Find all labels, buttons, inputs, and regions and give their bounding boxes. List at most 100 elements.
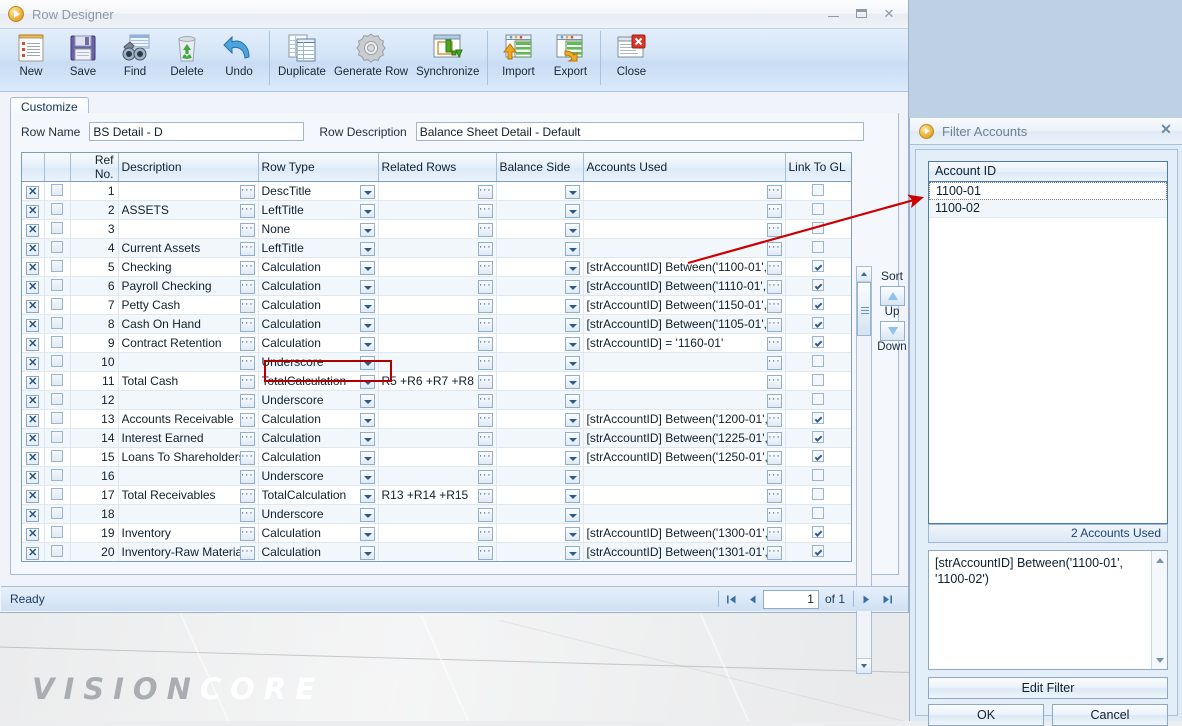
chevron-down-icon[interactable] xyxy=(359,260,375,275)
new-button[interactable]: New xyxy=(5,29,57,92)
cell-balance-side[interactable] xyxy=(496,295,584,315)
cell-link-to-gl[interactable] xyxy=(785,200,851,220)
row-name-input[interactable]: BS Detail - D xyxy=(89,122,305,141)
row-select-icon[interactable] xyxy=(51,411,63,424)
cell-ref-no[interactable]: 16 xyxy=(70,466,119,486)
col-delete[interactable] xyxy=(22,153,45,182)
cell-accounts-used[interactable]: [strAccountID] = '1160-01' ··· xyxy=(583,333,786,353)
cell-description[interactable]: Inventory ··· xyxy=(118,523,259,543)
chevron-down-icon[interactable] xyxy=(564,393,580,408)
chevron-down-icon[interactable] xyxy=(359,545,375,560)
cell-accounts-used[interactable]: ··· xyxy=(583,466,786,486)
cell-balance-side[interactable] xyxy=(496,409,584,429)
description-ellipsis-button[interactable]: ··· xyxy=(239,279,255,294)
related-rows-ellipsis-button[interactable]: ··· xyxy=(477,241,493,256)
link-to-gl-checkbox[interactable] xyxy=(812,316,824,329)
cell-description[interactable]: Current Assets ··· xyxy=(118,238,259,258)
row-delete-button[interactable]: ✕ xyxy=(22,333,45,353)
cell-balance-side[interactable] xyxy=(496,504,584,524)
cell-row-type[interactable]: DescTitle xyxy=(258,181,379,201)
col-select[interactable] xyxy=(44,153,71,182)
cell-accounts-used[interactable]: ··· xyxy=(583,504,786,524)
cell-description[interactable]: ··· xyxy=(118,504,259,524)
row-delete-button[interactable]: ✕ xyxy=(22,428,45,448)
page-number-input[interactable]: 1 xyxy=(762,589,819,609)
cell-row-type[interactable]: Underscore xyxy=(258,352,379,372)
related-rows-ellipsis-button[interactable]: ··· xyxy=(477,336,493,351)
cell-row-type[interactable]: Calculation xyxy=(258,276,379,296)
filter-expression-box[interactable]: [strAccountID] Between('1100-01', '1100-… xyxy=(928,550,1168,670)
row-delete-button[interactable]: ✕ xyxy=(22,295,45,315)
accounts-used-ellipsis-button[interactable]: ··· xyxy=(766,355,782,370)
import-button[interactable]: Import xyxy=(492,29,544,92)
cell-related-rows[interactable]: R5 +R6 +R7 +R8 ··· xyxy=(378,371,497,391)
accounts-used-ellipsis-button[interactable]: ··· xyxy=(766,374,782,389)
cell-description[interactable]: Accounts Receivable ··· xyxy=(118,409,259,429)
next-page-icon[interactable] xyxy=(856,589,877,609)
cell-link-to-gl[interactable] xyxy=(785,295,851,315)
delete-row-icon[interactable]: ✕ xyxy=(26,413,40,427)
link-to-gl-checkbox[interactable] xyxy=(812,335,824,348)
description-ellipsis-button[interactable]: ··· xyxy=(239,374,255,389)
table-row[interactable]: ✕ 18 ··· Underscore ··· ··· xyxy=(22,504,851,524)
link-to-gl-checkbox[interactable] xyxy=(812,354,824,367)
list-item[interactable]: 1100-01 xyxy=(929,182,1167,200)
cell-accounts-used[interactable]: [strAccountID] Between('1300-01', '13 ··· xyxy=(583,523,786,543)
cell-description[interactable]: ··· xyxy=(118,181,259,201)
row-select-icon[interactable] xyxy=(51,297,63,310)
col-row-type[interactable]: Row Type xyxy=(258,153,379,182)
related-rows-ellipsis-button[interactable]: ··· xyxy=(477,260,493,275)
table-row[interactable]: ✕ 12 ··· Underscore ··· ··· xyxy=(22,390,851,410)
cell-ref-no[interactable]: 3 xyxy=(70,219,119,239)
save-button[interactable]: Save xyxy=(57,29,109,92)
row-delete-button[interactable]: ✕ xyxy=(22,371,45,391)
row-select-icon[interactable] xyxy=(51,487,63,500)
cell-description[interactable]: Petty Cash ··· xyxy=(118,295,259,315)
cell-balance-side[interactable] xyxy=(496,523,584,543)
description-ellipsis-button[interactable]: ··· xyxy=(239,469,255,484)
link-to-gl-checkbox[interactable] xyxy=(812,240,824,253)
link-to-gl-checkbox[interactable] xyxy=(812,278,824,291)
cell-balance-side[interactable] xyxy=(496,219,584,239)
cell-accounts-used[interactable]: [strAccountID] Between('1100-01', '11 ··· xyxy=(583,257,786,277)
delete-row-icon[interactable]: ✕ xyxy=(26,546,40,560)
chevron-down-icon[interactable] xyxy=(564,374,580,389)
cell-ref-no[interactable]: 17 xyxy=(70,485,119,505)
row-select-checkbox[interactable] xyxy=(44,466,71,486)
delete-row-icon[interactable]: ✕ xyxy=(26,204,40,218)
cell-row-type[interactable]: Calculation xyxy=(258,447,379,467)
delete-row-icon[interactable]: ✕ xyxy=(26,318,40,332)
cell-related-rows[interactable]: ··· xyxy=(378,276,497,296)
description-ellipsis-button[interactable]: ··· xyxy=(239,203,255,218)
delete-row-icon[interactable]: ✕ xyxy=(26,470,40,484)
accounts-used-ellipsis-button[interactable]: ··· xyxy=(766,222,782,237)
accounts-used-ellipsis-button[interactable]: ··· xyxy=(767,431,782,446)
table-row[interactable]: ✕ 4 Current Assets ··· LeftTitle ··· ··· xyxy=(22,238,851,258)
cell-related-rows[interactable]: ··· xyxy=(378,200,497,220)
chevron-down-icon[interactable] xyxy=(564,184,580,199)
row-select-icon[interactable] xyxy=(51,335,63,348)
cell-description[interactable]: ··· xyxy=(118,466,259,486)
row-delete-button[interactable]: ✕ xyxy=(22,276,45,296)
cell-accounts-used[interactable]: [strAccountID] Between('1301-01', '13 ··· xyxy=(583,542,786,561)
description-ellipsis-button[interactable]: ··· xyxy=(239,431,255,446)
cell-ref-no[interactable]: 13 xyxy=(70,409,119,429)
row-select-icon[interactable] xyxy=(51,506,63,519)
accounts-used-ellipsis-button[interactable]: ··· xyxy=(766,241,782,256)
description-ellipsis-button[interactable]: ··· xyxy=(239,526,255,541)
delete-row-icon[interactable]: ✕ xyxy=(26,527,40,541)
chevron-down-icon[interactable] xyxy=(359,222,375,237)
cell-related-rows[interactable]: ··· xyxy=(378,447,497,467)
description-ellipsis-button[interactable]: ··· xyxy=(240,450,255,465)
cell-ref-no[interactable]: 10 xyxy=(70,352,119,372)
synchronize-button[interactable]: Synchronize xyxy=(412,29,483,92)
chevron-down-icon[interactable] xyxy=(359,507,375,522)
cell-link-to-gl[interactable] xyxy=(785,314,851,334)
row-select-checkbox[interactable] xyxy=(44,276,71,296)
duplicate-button[interactable]: Duplicate xyxy=(274,29,330,92)
description-ellipsis-button[interactable]: ··· xyxy=(239,184,255,199)
edit-filter-button[interactable]: Edit Filter xyxy=(928,677,1168,699)
cell-row-type[interactable]: TotalCalculation xyxy=(258,371,379,391)
cell-balance-side[interactable] xyxy=(496,390,584,410)
related-rows-ellipsis-button[interactable]: ··· xyxy=(477,203,493,218)
